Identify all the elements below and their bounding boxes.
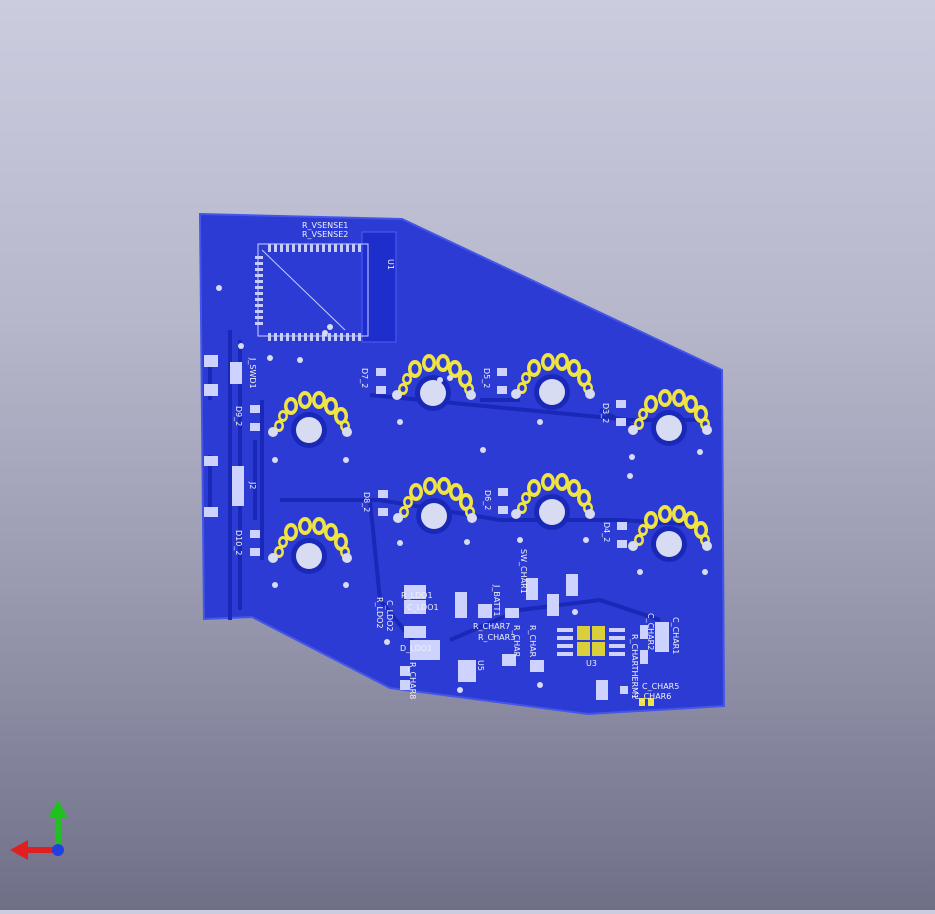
label-j2: J2: [248, 481, 257, 489]
label-d3-2: D3_2: [601, 403, 610, 423]
3d-viewport[interactable]: R_VSENSE1 R_VSENSE2 U1 J_SWD1 J2 D9_2 D1…: [0, 0, 935, 910]
label-j-swd1: J_SWD1: [248, 357, 257, 389]
axes-gizmo: [10, 800, 68, 860]
z-axis-dot: [52, 844, 64, 856]
label-r-char-b: R_CHAR: [528, 625, 537, 658]
label-c-char2: C_CHAR2: [646, 613, 655, 650]
label-r-vsense1: R_VSENSE1: [302, 221, 348, 230]
label-sw-char1: SW_CHAR1: [519, 549, 528, 594]
label-d8-2: D8_2: [362, 492, 371, 512]
label-c-char1: C_CHAR1: [671, 617, 680, 654]
label-r-vsense2: R_VSENSE2: [302, 230, 348, 239]
label-d4-2: D4_2: [602, 522, 611, 542]
label-u5: U5: [476, 660, 485, 671]
label-r-char8: R_CHAR8: [408, 662, 417, 699]
label-d7-2: D7_2: [360, 368, 369, 388]
label-d-ldo1: D_LDO1: [400, 644, 432, 653]
label-r-char3: R_CHAR3: [478, 633, 515, 642]
label-j-batt1: J_BATT1: [492, 584, 501, 616]
label-u3: U3: [586, 659, 597, 668]
label-d6-2: D6_2: [483, 490, 492, 510]
x-axis-head: [10, 840, 28, 860]
y-axis-head: [48, 800, 68, 818]
label-c-ldo2: C_LDO2: [385, 600, 394, 632]
label-d5-2: D5_2: [482, 368, 491, 388]
label-d10-2: D10_2: [234, 530, 243, 555]
label-r-ldo2: R_LDO2: [375, 597, 384, 629]
label-r-chartherm1: R_CHARTHERM1: [630, 634, 639, 699]
label-d9-2: D9_2: [234, 406, 243, 426]
label-c-char6: C_CHAR6: [634, 692, 671, 701]
label-c-ldo1: C_LDO1: [407, 603, 439, 612]
label-r-ldo1: R_LDO1: [401, 591, 433, 600]
label-u1: U1: [386, 259, 395, 270]
pcb-render: R_VSENSE1 R_VSENSE2 U1 J_SWD1 J2 D9_2 D1…: [10, 212, 726, 860]
label-r-char7: R_CHAR7: [473, 622, 510, 631]
label-r-char: R_CHAR: [512, 625, 521, 658]
label-c-char5: C_CHAR5: [642, 682, 679, 691]
